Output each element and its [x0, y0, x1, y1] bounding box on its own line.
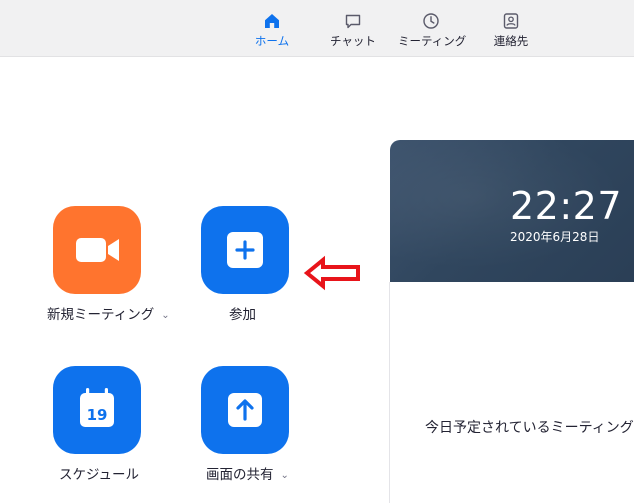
tab-meetings[interactable]: ミーティング — [398, 12, 467, 52]
new-meeting-label-wrap[interactable]: 新規ミーティング ⌄ — [47, 303, 170, 323]
calendar-icon: 19 — [80, 388, 114, 427]
join-button[interactable] — [201, 206, 289, 294]
join-label: 参加 — [229, 307, 256, 323]
schedule-label: スケジュール — [59, 467, 140, 483]
plus-icon — [227, 232, 263, 268]
schedule-button[interactable]: 19 — [53, 366, 141, 454]
new-meeting-button[interactable] — [53, 206, 141, 294]
tab-chat-label: チャット — [330, 34, 376, 48]
share-screen-button[interactable] — [201, 366, 289, 454]
tab-meetings-label: ミーティング — [398, 34, 467, 48]
tab-home[interactable]: ホーム — [250, 12, 294, 52]
zoom-home-window: ホーム チャット ミーティング 連絡先 新規ミーティング ⌄ 参加 19 スケジ… — [0, 0, 634, 503]
red-arrow-annotation-icon — [303, 255, 360, 291]
chevron-down-icon[interactable]: ⌄ — [281, 470, 289, 481]
top-nav-bar: ホーム チャット ミーティング 連絡先 — [0, 0, 634, 57]
video-camera-icon — [76, 238, 119, 262]
no-meetings-message: 今日予定されているミーティングは — [425, 420, 634, 436]
clock-icon — [423, 13, 439, 29]
panel-divider — [389, 282, 390, 503]
calendar-day-text: 19 — [87, 406, 108, 424]
share-arrow-icon — [228, 393, 262, 427]
current-time: 22:27 — [510, 184, 623, 228]
chat-icon — [345, 14, 361, 29]
clock-card: 22:27 2020年6月28日 — [390, 140, 634, 282]
share-screen-label-wrap[interactable]: 画面の共有 ⌄ — [206, 463, 289, 483]
contact-icon — [503, 13, 519, 29]
tab-chat[interactable]: チャット — [330, 12, 376, 52]
current-date: 2020年6月28日 — [510, 230, 600, 244]
home-icon — [265, 14, 279, 28]
new-meeting-label: 新規ミーティング — [47, 307, 155, 323]
tab-contacts-label: 連絡先 — [493, 34, 529, 48]
tab-home-label: ホーム — [254, 34, 290, 48]
chevron-down-icon[interactable]: ⌄ — [161, 310, 169, 321]
share-screen-label: 画面の共有 — [206, 467, 274, 483]
tab-contacts[interactable]: 連絡先 — [488, 12, 534, 52]
